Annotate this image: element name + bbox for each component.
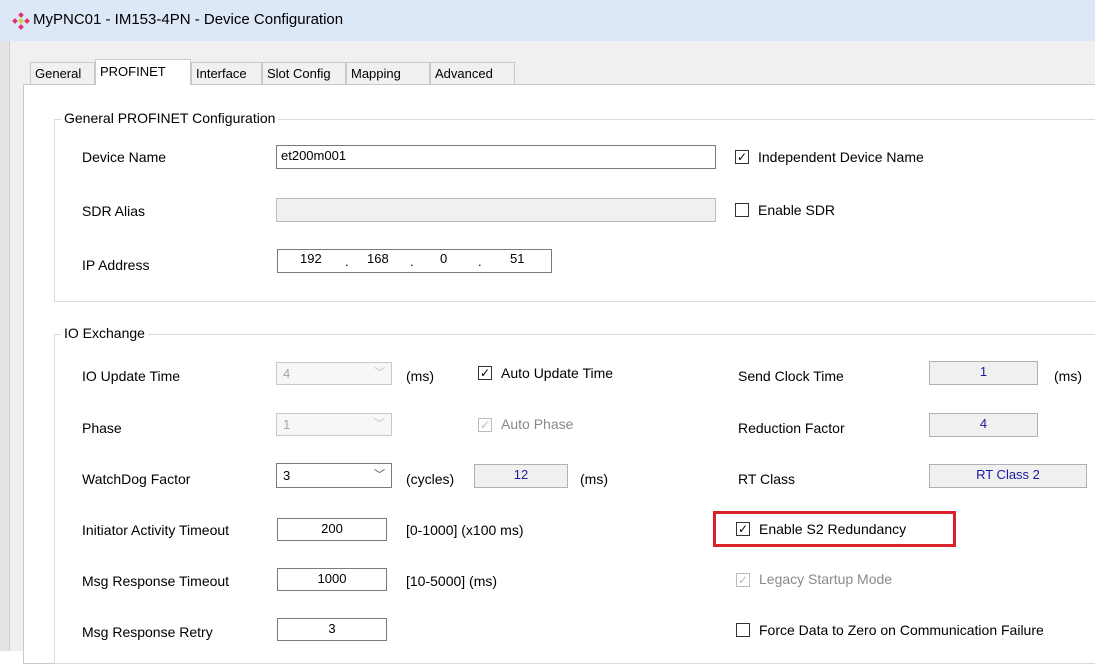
- phase-select: 1 ﹀: [276, 413, 392, 436]
- device-name-input[interactable]: et200m001: [276, 145, 716, 169]
- independent-device-name-checkbox[interactable]: ✓: [735, 150, 749, 164]
- force-data-zero-checkbox[interactable]: [736, 623, 750, 637]
- ip-octet-2[interactable]: 168: [367, 251, 389, 266]
- msg-response-retry-input[interactable]: 3: [277, 618, 387, 641]
- io-update-time-select: 4 ﹀: [276, 362, 392, 385]
- legacy-startup-checkbox: ✓: [736, 573, 750, 587]
- send-clock-time-unit: (ms): [1054, 368, 1082, 384]
- sdr-alias-input: [276, 198, 716, 222]
- watchdog-factor-value: 3: [283, 468, 291, 483]
- ip-octet-4[interactable]: 51: [510, 251, 524, 266]
- send-clock-time-value: 1: [929, 361, 1038, 385]
- watchdog-factor-label: WatchDog Factor: [82, 471, 191, 487]
- ip-separator: .: [410, 254, 414, 269]
- sdr-alias-label: SDR Alias: [82, 203, 146, 219]
- general-profinet-group-title: General PROFINET Configuration: [61, 110, 279, 126]
- phase-value: 1: [283, 417, 291, 432]
- initiator-timeout-label: Initiator Activity Timeout: [82, 522, 230, 538]
- ip-separator: .: [345, 254, 349, 269]
- independent-device-name-label: Independent Device Name: [758, 149, 924, 165]
- msg-response-retry-label: Msg Response Retry: [82, 624, 213, 640]
- tab-interface[interactable]: Interface: [191, 62, 262, 84]
- reduction-factor-label: Reduction Factor: [738, 420, 845, 436]
- chevron-down-icon: ﹀: [374, 367, 385, 379]
- auto-update-time-label: Auto Update Time: [501, 365, 614, 381]
- io-exchange-group-title: IO Exchange: [61, 325, 148, 341]
- io-update-time-value: 4: [283, 366, 291, 381]
- left-edge-strip: [0, 41, 10, 651]
- msg-response-timeout-label: Msg Response Timeout: [82, 573, 230, 589]
- io-update-time-unit: (ms): [406, 368, 434, 384]
- tab-slot-config[interactable]: Slot Config: [262, 62, 346, 84]
- reduction-factor-value: 4: [929, 413, 1038, 437]
- ip-address-label: IP Address: [82, 257, 150, 273]
- enable-s2-redundancy-label: Enable S2 Redundancy: [759, 521, 907, 537]
- watchdog-time-value: 12: [474, 464, 568, 488]
- tab-mapping[interactable]: Mapping: [346, 62, 430, 84]
- rt-class-label: RT Class: [738, 471, 796, 487]
- watchdog-factor-select[interactable]: 3 ﹀: [276, 463, 392, 488]
- rt-class-value: RT Class 2: [929, 464, 1087, 488]
- auto-phase-label: Auto Phase: [501, 416, 574, 432]
- enable-s2-redundancy-checkbox[interactable]: ✓: [736, 522, 750, 536]
- watchdog-time-unit: (ms): [580, 471, 608, 487]
- tab-profinet[interactable]: PROFINET: [95, 59, 191, 85]
- force-data-zero-label: Force Data to Zero on Communication Fail…: [759, 622, 1044, 638]
- tab-advanced[interactable]: Advanced: [430, 62, 515, 84]
- device-name-label: Device Name: [82, 149, 167, 165]
- auto-phase-checkbox: ✓: [478, 418, 492, 432]
- watchdog-cycles-unit: (cycles): [406, 471, 455, 487]
- enable-sdr-label: Enable SDR: [758, 202, 836, 218]
- enable-sdr-checkbox[interactable]: [735, 203, 749, 217]
- ip-separator: .: [478, 254, 482, 269]
- ip-octet-1[interactable]: 192: [300, 251, 322, 266]
- tab-general[interactable]: General: [30, 62, 95, 84]
- initiator-timeout-input[interactable]: 200: [277, 518, 387, 541]
- phase-label: Phase: [82, 420, 122, 436]
- legacy-startup-label: Legacy Startup Mode: [759, 571, 893, 587]
- msg-response-timeout-input[interactable]: 1000: [277, 568, 387, 591]
- io-update-time-label: IO Update Time: [82, 368, 181, 384]
- initiator-timeout-range: [0-1000] (x100 ms): [406, 522, 524, 538]
- window-title: MyPNC01 - IM153-4PN - Device Configurati…: [33, 11, 344, 28]
- chevron-down-icon: ﹀: [374, 469, 385, 481]
- send-clock-time-label: Send Clock Time: [738, 368, 844, 384]
- ip-octet-3[interactable]: 0: [440, 251, 447, 266]
- auto-update-time-checkbox[interactable]: ✓: [478, 366, 492, 380]
- chevron-down-icon: ﹀: [374, 418, 385, 430]
- msg-response-timeout-range: [10-5000] (ms): [406, 573, 498, 589]
- profinet-logo-icon: [12, 12, 30, 30]
